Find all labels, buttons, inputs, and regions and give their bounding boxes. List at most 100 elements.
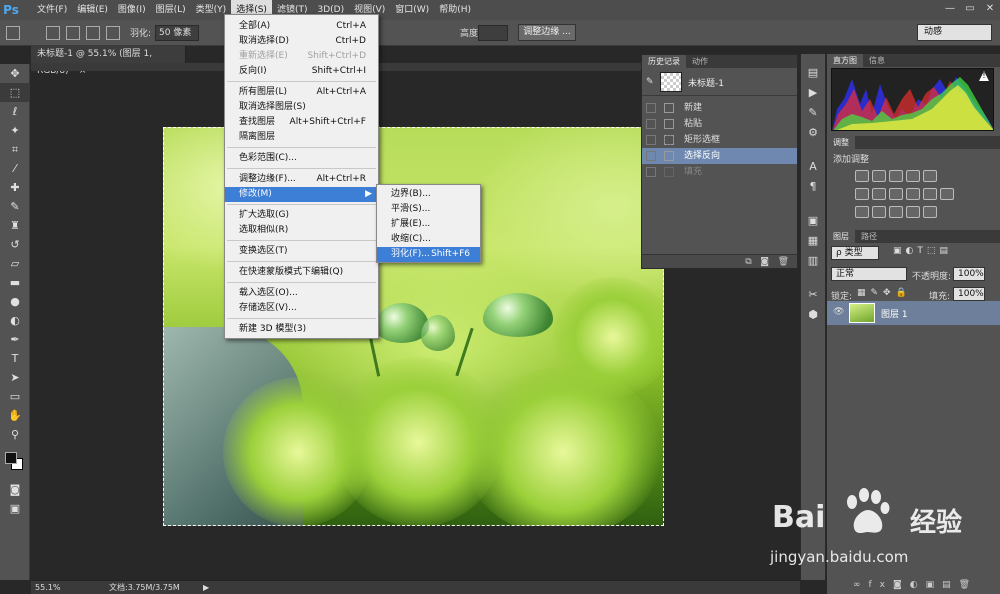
history-step[interactable]: 新建 xyxy=(642,100,797,116)
menu-item-deselect[interactable]: 取消选择(D) Ctrl+D xyxy=(225,34,378,49)
menu-item-similar[interactable]: 选取相似(R) xyxy=(225,223,378,238)
eraser-tool-icon[interactable]: ▱ xyxy=(0,254,30,273)
layer-name[interactable]: 图层 1 xyxy=(881,307,908,320)
threshold-icon[interactable] xyxy=(889,206,903,218)
menu-help[interactable]: 帮助(H) xyxy=(434,0,476,20)
selective-color-icon[interactable] xyxy=(923,206,937,218)
levels-icon[interactable] xyxy=(872,170,886,182)
doc-size[interactable]: 文档:3.75M/3.75M xyxy=(109,581,180,594)
menu-item-save-selection[interactable]: 存储选区(V)... xyxy=(225,301,378,316)
exposure-icon[interactable] xyxy=(906,170,920,182)
notes-panel-icon[interactable]: ▦ xyxy=(801,230,825,250)
menu-item-grow[interactable]: 扩大选取(G) xyxy=(225,208,378,223)
curves-icon[interactable] xyxy=(889,170,903,182)
crop-tool-icon[interactable]: ⌗ xyxy=(0,140,30,159)
menu-item-find-layers[interactable]: 查找图层 Alt+Shift+Ctrl+F xyxy=(225,115,378,130)
intersect-selection-icon[interactable] xyxy=(106,25,120,40)
menu-item-select-all[interactable]: 全部(A) Ctrl+A xyxy=(225,19,378,34)
zoom-level[interactable]: 55.1% xyxy=(35,581,60,594)
minimize-icon[interactable]: — xyxy=(940,0,960,20)
menu-item-refine-edge[interactable]: 调整边缘(F)... Alt+Ctrl+R xyxy=(225,172,378,187)
posterize-icon[interactable] xyxy=(872,206,886,218)
menu-file[interactable]: 文件(F) xyxy=(32,0,72,20)
history-panel-icon[interactable]: ▤ xyxy=(801,62,825,82)
menu-item-all-layers[interactable]: 所有图层(L) Alt+Ctrl+A xyxy=(225,85,378,100)
tab-paths[interactable]: 路径 xyxy=(855,230,883,243)
height-input[interactable] xyxy=(478,25,508,41)
menu-window[interactable]: 窗口(W) xyxy=(390,0,434,20)
tools-panel-icon[interactable]: ✂ xyxy=(801,284,825,304)
menu-item-color-range[interactable]: 色彩范围(C)... xyxy=(225,151,378,166)
menu-item-isolate-layers[interactable]: 隔离图层 xyxy=(225,130,378,145)
dodge-tool-icon[interactable]: ◐ xyxy=(0,311,30,330)
hue-sat-icon[interactable] xyxy=(855,188,869,200)
history-step[interactable]: 矩形选框 xyxy=(642,132,797,148)
3d-panel-icon[interactable]: ⬢ xyxy=(801,304,825,324)
channel-mixer-icon[interactable] xyxy=(923,188,937,200)
menu-item-load-selection[interactable]: 载入选区(O)... xyxy=(225,286,378,301)
tab-layers[interactable]: 图层 xyxy=(827,230,855,243)
color-lookup-icon[interactable] xyxy=(940,188,954,200)
menu-item-inverse[interactable]: 反向(I) Shift+Ctrl+I xyxy=(225,64,378,79)
camera-icon[interactable]: ◙ xyxy=(760,257,769,267)
shape-tool-icon[interactable]: ▭ xyxy=(0,387,30,406)
layer-row[interactable]: 👁 图层 1 xyxy=(827,301,1000,325)
status-arrow-icon[interactable]: ▶ xyxy=(203,581,209,594)
brush-tool-icon[interactable]: ✎ xyxy=(0,197,30,216)
submenu-item-smooth[interactable]: 平滑(S)... xyxy=(377,202,480,217)
magic-wand-tool-icon[interactable]: ✦ xyxy=(0,121,30,140)
submenu-item-border[interactable]: 边界(B)... xyxy=(377,187,480,202)
menu-item-quick-mask[interactable]: 在快速蒙版模式下编辑(Q) xyxy=(225,265,378,280)
quick-mask-icon[interactable]: ◙ xyxy=(0,480,30,499)
document-tab[interactable]: 未标题-1 @ 55.1% (图层 1, RGB/8) * × xyxy=(31,46,186,76)
eye-icon[interactable]: 👁 xyxy=(833,307,844,317)
refine-edge-button[interactable]: 调整边缘 ... xyxy=(518,24,576,41)
brightness-icon[interactable] xyxy=(855,170,869,182)
gradient-map-icon[interactable] xyxy=(906,206,920,218)
menu-item-deselect-layers[interactable]: 取消选择图层(S) xyxy=(225,100,378,115)
menu-layer[interactable]: 图层(L) xyxy=(151,0,191,20)
workspace-select[interactable]: 动感 xyxy=(917,24,992,41)
submenu-item-contract[interactable]: 收缩(C)... xyxy=(377,232,480,247)
blend-mode-select[interactable]: 正常 xyxy=(831,267,907,281)
color-swatches-icon[interactable] xyxy=(0,444,30,480)
trash-icon[interactable]: 🗑 xyxy=(778,257,789,267)
subtract-selection-icon[interactable] xyxy=(86,25,100,40)
tab-adjustments[interactable]: 调整 xyxy=(827,136,855,149)
gradient-tool-icon[interactable]: ▬ xyxy=(0,273,30,292)
marquee-tool-icon[interactable] xyxy=(6,25,20,40)
zoom-tool-icon[interactable]: ⚲ xyxy=(0,425,30,444)
tab-histogram[interactable]: 直方图 xyxy=(827,54,863,67)
vibrance-icon[interactable] xyxy=(923,170,937,182)
type-tool-icon[interactable]: T xyxy=(0,349,30,368)
submenu-item-expand[interactable]: 扩展(E)... xyxy=(377,217,480,232)
photo-filter-icon[interactable] xyxy=(906,188,920,200)
menu-edit[interactable]: 编辑(E) xyxy=(72,0,113,20)
stamp-tool-icon[interactable]: ♜ xyxy=(0,216,30,235)
blur-tool-icon[interactable]: ● xyxy=(0,292,30,311)
tab-info[interactable]: 信息 xyxy=(863,54,891,67)
color-balance-icon[interactable] xyxy=(872,188,886,200)
pen-tool-icon[interactable]: ✒ xyxy=(0,330,30,349)
history-step-current[interactable]: 选择反向 xyxy=(642,148,797,164)
menu-item-new-3d[interactable]: 新建 3D 模型(3) xyxy=(225,322,378,337)
lock-icons[interactable]: ▦✎✥🔒 xyxy=(857,288,912,298)
history-snapshot[interactable]: ✎ 未标题-1 xyxy=(642,68,797,96)
character-panel-icon[interactable]: A xyxy=(801,156,825,176)
opacity-input[interactable]: 100% xyxy=(953,267,985,281)
history-step[interactable]: 粘贴 xyxy=(642,116,797,132)
lasso-tool-icon[interactable]: ℓ xyxy=(0,102,30,121)
close-icon[interactable]: ✕ xyxy=(980,0,1000,20)
path-select-tool-icon[interactable]: ➤ xyxy=(0,368,30,387)
new-doc-from-state-icon[interactable]: ⧉ xyxy=(745,257,751,267)
layer-actions-icons[interactable]: ∞fx◙◐▣▤🗑 xyxy=(853,580,978,590)
restore-icon[interactable]: ▭ xyxy=(960,0,980,20)
swatches-panel-icon[interactable]: ▥ xyxy=(801,250,825,270)
invert-icon[interactable] xyxy=(855,206,869,218)
history-step-faded[interactable]: 填充 xyxy=(642,164,797,180)
screen-mode-icon[interactable]: ▣ xyxy=(0,499,30,518)
menu-image[interactable]: 图像(I) xyxy=(113,0,151,20)
tool-presets-icon[interactable]: ⚙ xyxy=(801,122,825,142)
healing-tool-icon[interactable]: ✚ xyxy=(0,178,30,197)
history-brush-tool-icon[interactable]: ↺ xyxy=(0,235,30,254)
